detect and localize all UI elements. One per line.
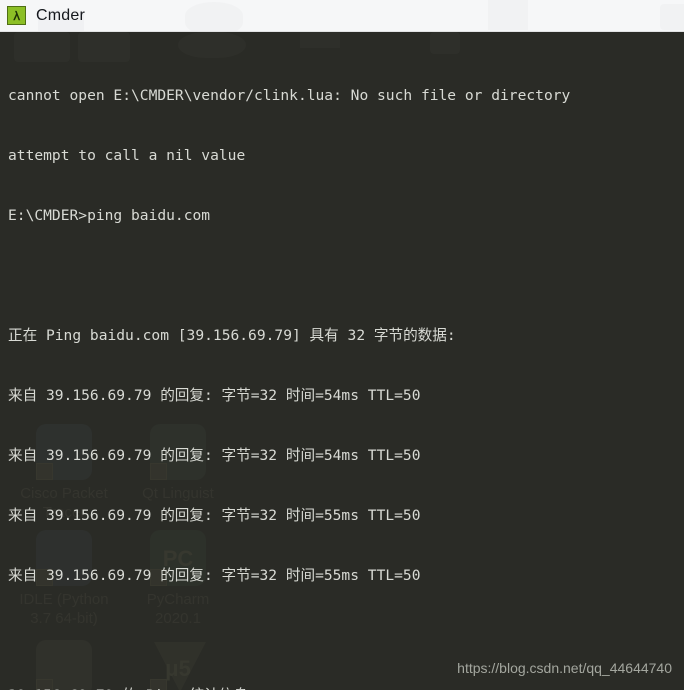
console-line: 来自 39.156.69.79 的回复: 字节=32 时间=54ms TTL=5… <box>8 387 421 404</box>
terminal-surface[interactable]: Cisco Packet Tracer Qt Linguist IDLE (Py… <box>0 32 684 690</box>
console-line: cannot open E:\CMDER\vendor/clink.lua: N… <box>8 87 571 104</box>
console-line: 正在 Ping baidu.com [39.156.69.79] 具有 32 字… <box>8 327 456 344</box>
titlebar-ghost-2 <box>185 2 243 31</box>
titlebar-ghost-3 <box>488 0 528 30</box>
console-line: 来自 39.156.69.79 的回复: 字节=32 时间=55ms TTL=5… <box>8 507 421 524</box>
console-output[interactable]: cannot open E:\CMDER\vendor/clink.lua: N… <box>0 32 684 690</box>
cmder-window: Cmder Cisco Packet Tracer Qt Linguist ID… <box>0 0 684 690</box>
console-line: E:\CMDER>ping baidu.com <box>8 207 211 224</box>
console-line: 来自 39.156.69.79 的回复: 字节=32 时间=54ms TTL=5… <box>8 447 421 464</box>
console-line: 来自 39.156.69.79 的回复: 字节=32 时间=55ms TTL=5… <box>8 567 421 584</box>
lambda-icon <box>7 6 26 25</box>
title-bar[interactable]: Cmder <box>0 0 684 32</box>
titlebar-ghost-4 <box>660 4 684 30</box>
window-title: Cmder <box>36 6 86 24</box>
console-line: attempt to call a nil value <box>8 147 246 164</box>
watermark: https://blog.csdn.net/qq_44644740 <box>457 660 672 676</box>
console-line: 39.156.69.79 的 Ping 统计信息: <box>8 686 684 690</box>
